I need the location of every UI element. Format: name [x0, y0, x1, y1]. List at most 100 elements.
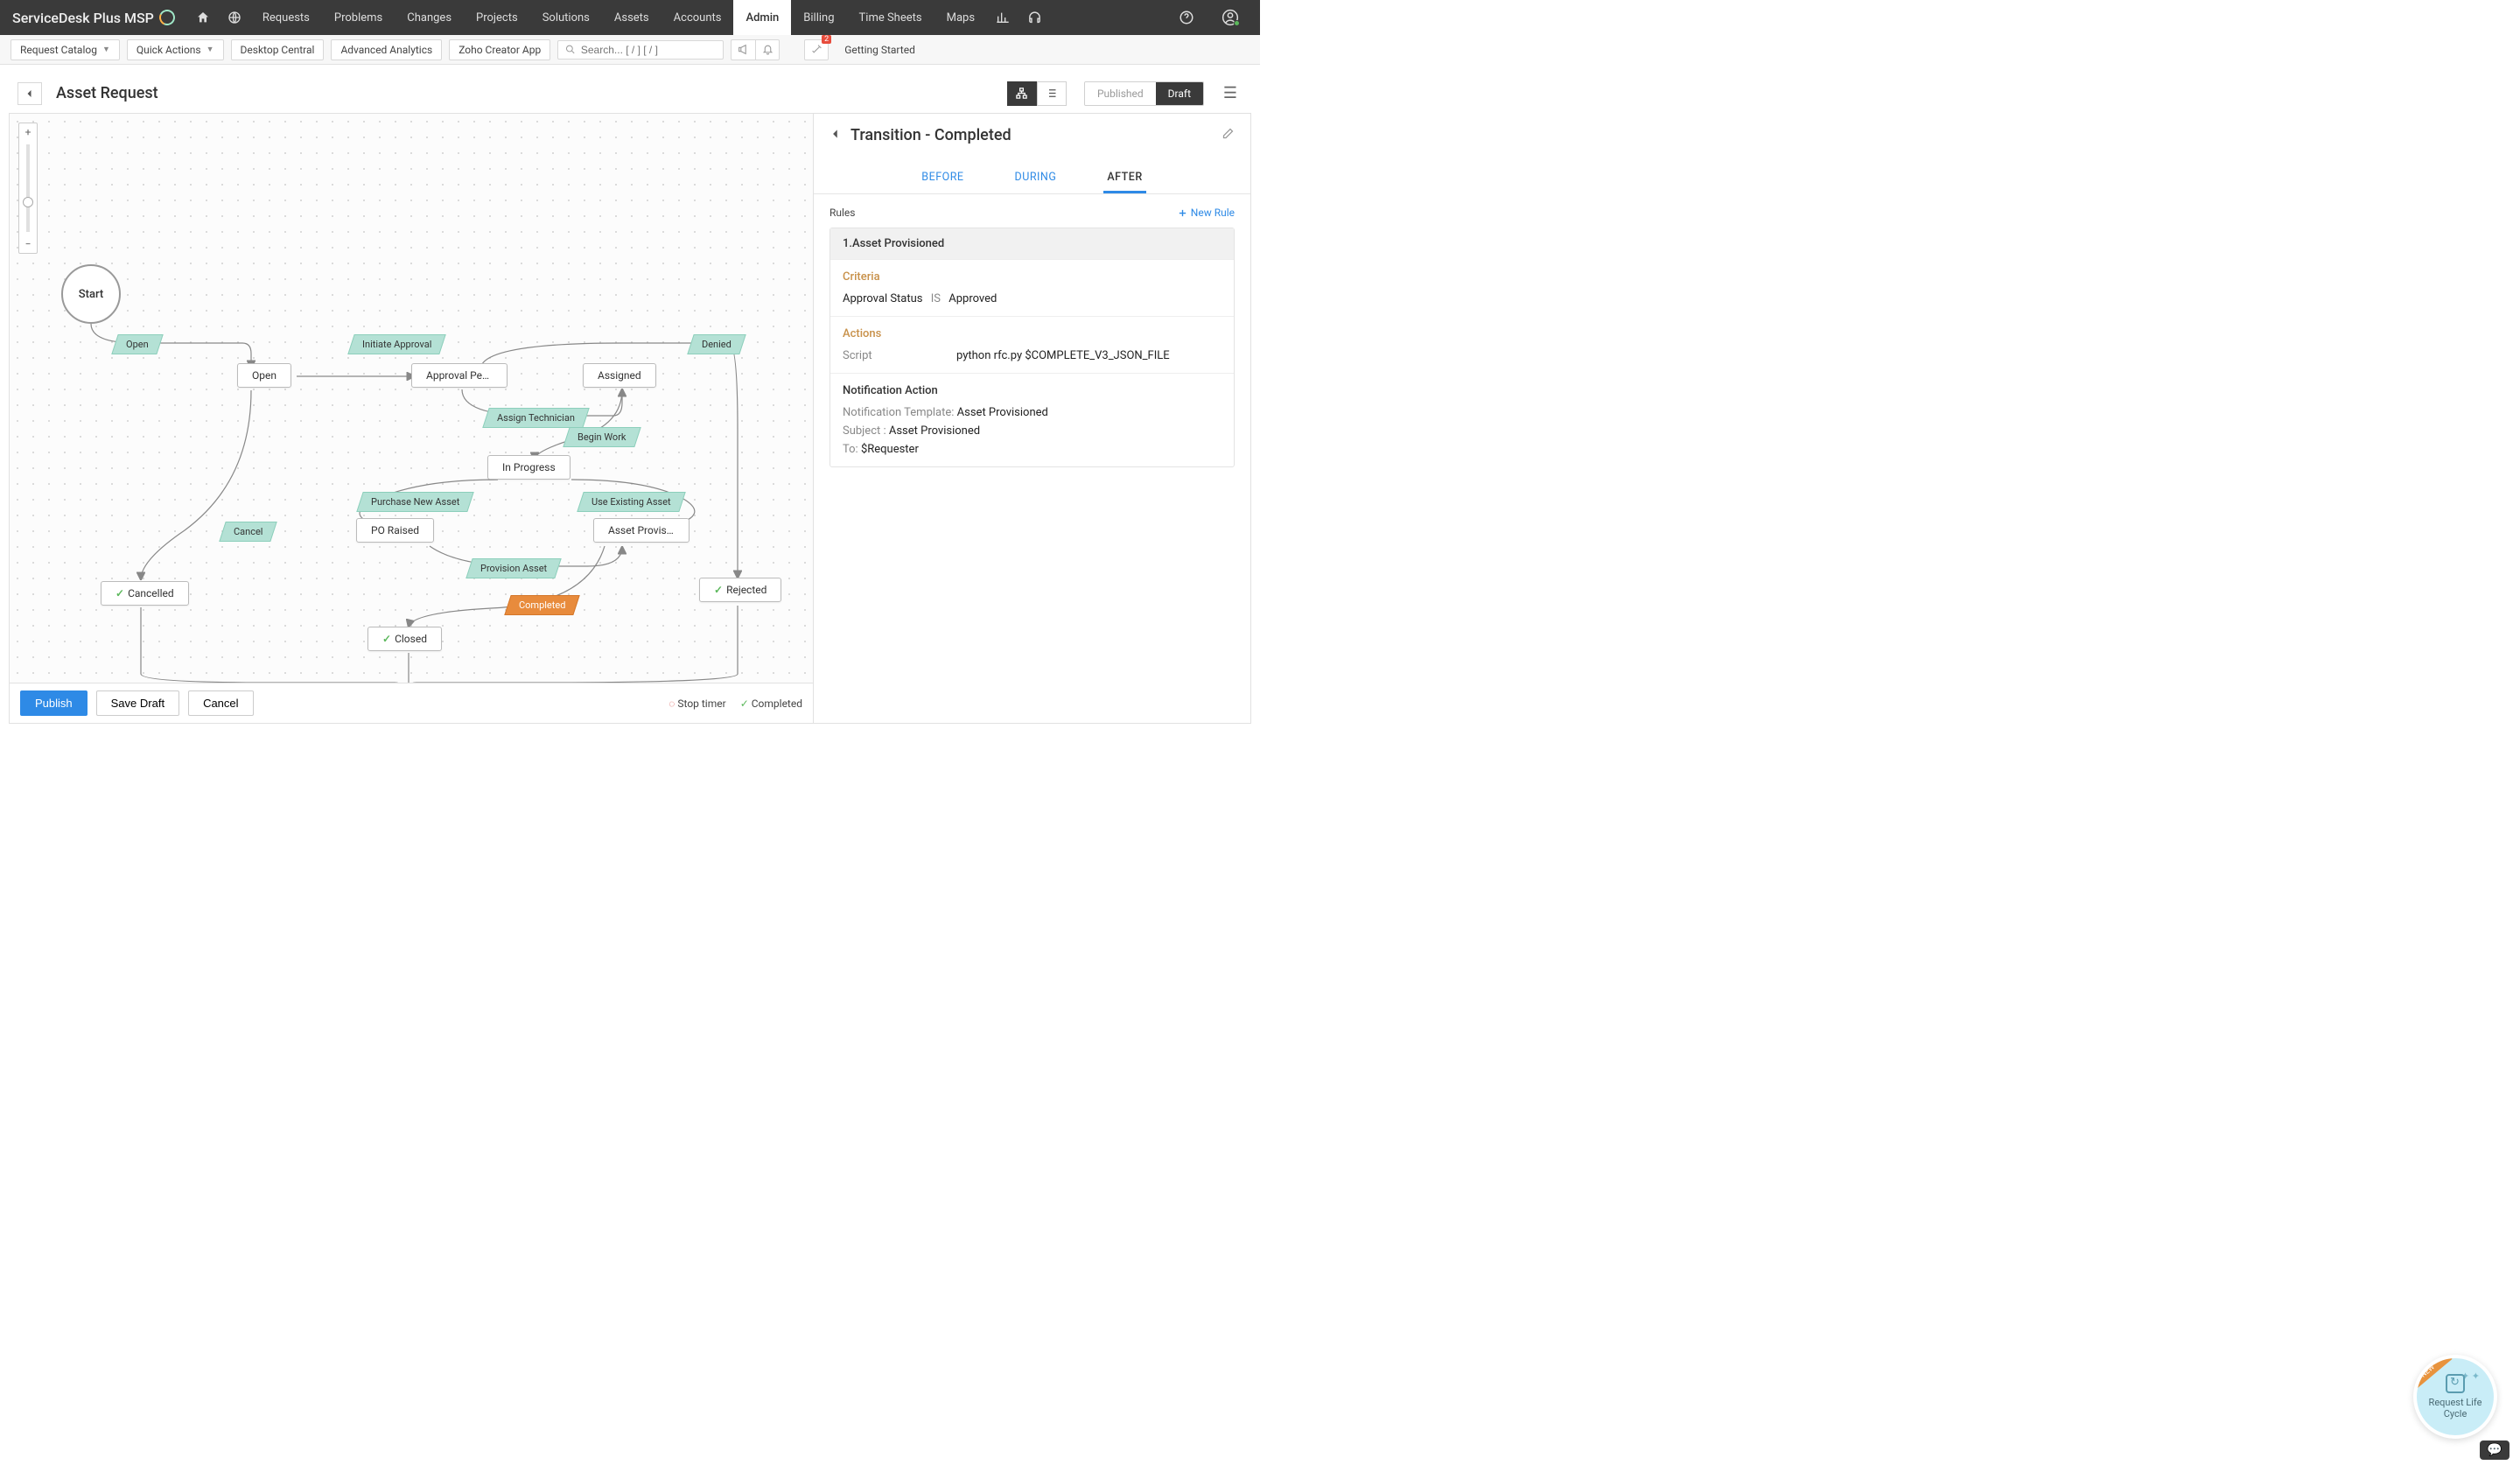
wf-trans-begin-work[interactable]: Begin Work — [563, 427, 640, 447]
profile-icon[interactable] — [1214, 0, 1246, 35]
rule-criteria-section: Criteria Approval Status IS Approved — [830, 259, 1234, 316]
wf-trans-denied-label: Denied — [702, 339, 732, 350]
timer-icon: ◌ — [668, 697, 675, 710]
desktop-central-button[interactable]: Desktop Central — [231, 39, 325, 60]
wf-state-closed-label: Closed — [395, 633, 427, 645]
nav-assets[interactable]: Assets — [602, 0, 662, 35]
check-icon: ✓ — [116, 587, 124, 599]
nav-changes[interactable]: Changes — [395, 0, 464, 35]
save-draft-button[interactable]: Save Draft — [96, 690, 179, 716]
page-menu-icon[interactable]: ☰ — [1218, 81, 1242, 106]
wf-state-asset-provisioned[interactable]: Asset Provisio… — [593, 518, 690, 543]
wf-trans-provision-asset-label: Provision Asset — [480, 563, 547, 574]
request-life-cycle-widget[interactable]: NEW ✦ ✦ Request Life Cycle — [2413, 1355, 2497, 1439]
wf-trans-assign-technician[interactable]: Assign Technician — [482, 408, 589, 428]
zoom-thumb[interactable] — [23, 197, 33, 207]
wf-state-approval-pending[interactable]: Approval Pend… — [411, 363, 508, 388]
canvas-footer: Publish Save Draft Cancel ◌ Stop timer ✓… — [10, 683, 813, 723]
wf-state-cancelled-label: Cancelled — [128, 587, 174, 599]
nav-billing[interactable]: Billing — [791, 0, 846, 35]
chat-bubble-icon[interactable]: 💬 — [2480, 1440, 2510, 1460]
view-list-button[interactable] — [1037, 81, 1067, 106]
new-rule-label: New Rule — [1191, 207, 1235, 219]
wf-state-po-raised[interactable]: PO Raised — [356, 518, 434, 543]
wf-state-rejected[interactable]: ✓Rejected — [699, 578, 781, 602]
wf-trans-open[interactable]: Open — [111, 334, 163, 354]
status-draft-button[interactable]: Draft — [1156, 82, 1203, 105]
bell-icon[interactable] — [755, 39, 780, 60]
zoom-in-button[interactable]: + — [19, 123, 37, 141]
help-icon[interactable] — [1171, 0, 1202, 35]
check-icon: ✓ — [740, 697, 749, 710]
tab-during[interactable]: DURING — [1012, 164, 1060, 193]
view-diagram-button[interactable] — [1007, 81, 1037, 106]
edit-icon[interactable] — [1222, 127, 1235, 144]
wf-state-closed[interactable]: ✓Closed — [368, 627, 442, 651]
home-icon[interactable] — [187, 0, 219, 35]
nav-maps[interactable]: Maps — [934, 0, 987, 35]
stop-timer-indicator[interactable]: ◌ Stop timer — [668, 697, 725, 710]
cancel-button[interactable]: Cancel — [188, 690, 253, 716]
wf-trans-initiate-approval[interactable]: Initiate Approval — [347, 334, 446, 354]
side-panel: Transition - Completed BEFORE DURING AFT… — [814, 114, 1251, 724]
getting-started-button[interactable]: Getting Started — [836, 40, 924, 60]
rules-label: Rules — [830, 207, 855, 219]
new-rule-button[interactable]: New Rule — [1178, 207, 1235, 219]
chart-icon[interactable] — [987, 0, 1018, 35]
wf-state-rejected-label: Rejected — [726, 584, 766, 596]
nav-accounts[interactable]: Accounts — [662, 0, 734, 35]
wf-trans-completed[interactable]: Completed — [504, 595, 580, 615]
wf-trans-use-existing-asset[interactable]: Use Existing Asset — [577, 492, 685, 512]
workflow-canvas[interactable]: + − — [9, 114, 814, 724]
request-catalog-button[interactable]: Request Catalog ▼ — [10, 39, 120, 60]
publish-button[interactable]: Publish — [20, 690, 88, 716]
caret-down-icon: ▼ — [206, 45, 214, 54]
zoom-control: + − — [18, 123, 38, 254]
zoho-creator-button[interactable]: Zoho Creator App — [449, 39, 550, 60]
tab-after[interactable]: AFTER — [1103, 164, 1145, 193]
subject-key: Subject : — [843, 424, 886, 438]
nav-problems[interactable]: Problems — [322, 0, 395, 35]
wf-trans-cancel-label: Cancel — [234, 526, 262, 537]
wf-state-cancelled[interactable]: ✓ Cancelled — [101, 581, 189, 606]
announcement-icon[interactable] — [731, 39, 755, 60]
main: + − — [9, 114, 1251, 724]
nav-time-sheets[interactable]: Time Sheets — [847, 0, 934, 35]
search-input[interactable] — [581, 44, 716, 56]
zoom-out-button[interactable]: − — [19, 235, 37, 253]
wf-trans-cancel[interactable]: Cancel — [219, 522, 277, 542]
wf-trans-purchase-new-asset-label: Purchase New Asset — [371, 496, 459, 508]
quick-actions-label: Quick Actions — [136, 44, 201, 56]
wf-trans-denied[interactable]: Denied — [687, 334, 746, 354]
wf-trans-open-label: Open — [126, 339, 149, 350]
nav-projects[interactable]: Projects — [464, 0, 530, 35]
nav-requests[interactable]: Requests — [250, 0, 322, 35]
rule-title[interactable]: 1.Asset Provisioned — [830, 228, 1234, 259]
search-box[interactable] — [557, 40, 724, 60]
caret-down-icon: ▼ — [102, 45, 110, 54]
widget-label-1: Request Life — [2429, 1397, 2482, 1408]
subject-row: Subject : Asset Provisioned — [843, 424, 1222, 438]
wf-state-open[interactable]: Open — [237, 363, 291, 388]
wf-state-assigned[interactable]: Assigned — [583, 363, 656, 388]
advanced-analytics-button[interactable]: Advanced Analytics — [331, 39, 442, 60]
criteria-row: Approval Status IS Approved — [843, 292, 1222, 305]
wf-start-node[interactable]: Start — [61, 264, 121, 324]
nav-solutions[interactable]: Solutions — [530, 0, 602, 35]
back-button[interactable] — [18, 82, 42, 105]
wf-trans-purchase-new-asset[interactable]: Purchase New Asset — [356, 492, 474, 512]
tab-before[interactable]: BEFORE — [918, 164, 967, 193]
wand-icon[interactable] — [804, 39, 829, 60]
side-panel-back-button[interactable] — [830, 128, 842, 144]
nav-admin[interactable]: Admin — [733, 0, 791, 35]
globe-icon[interactable] — [219, 0, 250, 35]
side-panel-title: Transition - Completed — [850, 126, 1213, 144]
zoom-slider[interactable] — [26, 144, 30, 232]
topnav-right — [1171, 0, 1260, 35]
quick-actions-button[interactable]: Quick Actions ▼ — [127, 39, 224, 60]
wf-state-in-progress[interactable]: In Progress — [487, 455, 570, 480]
status-published-button[interactable]: Published — [1085, 82, 1156, 105]
wf-trans-provision-asset[interactable]: Provision Asset — [466, 558, 562, 578]
headset-icon[interactable] — [1018, 0, 1050, 35]
page-title: Asset Request — [56, 84, 1007, 102]
